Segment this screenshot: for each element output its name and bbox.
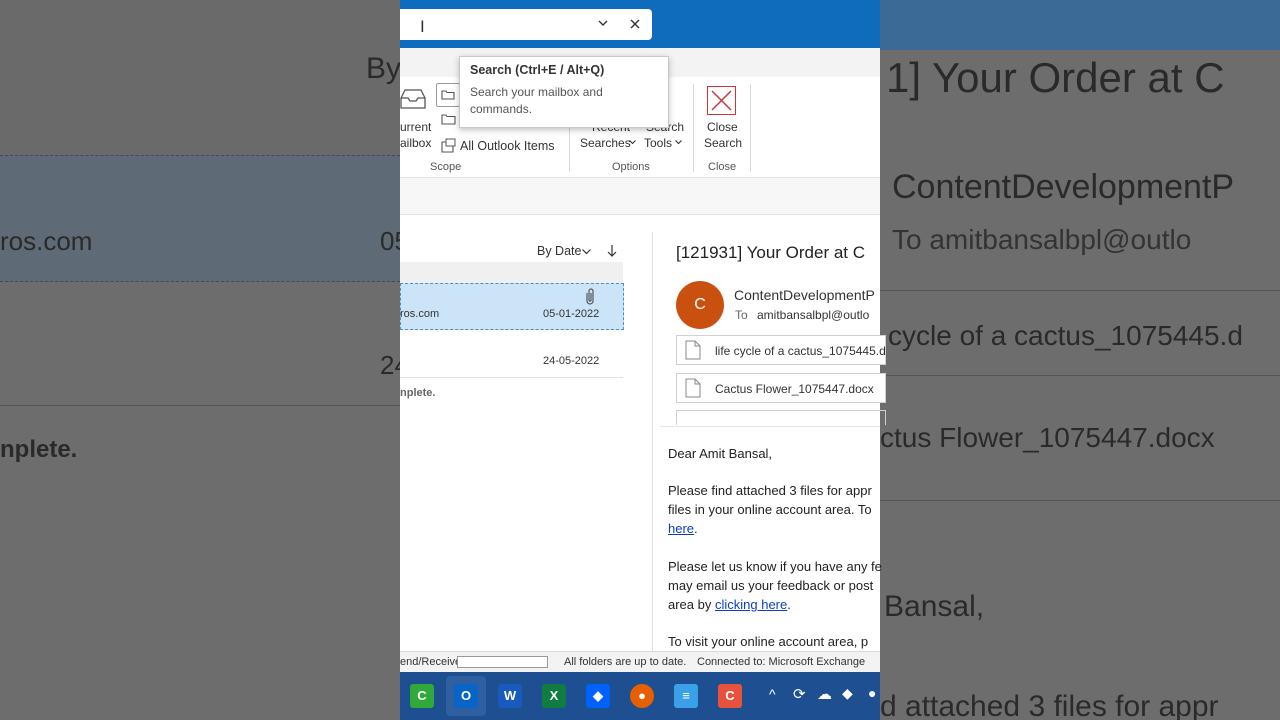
header-divider bbox=[660, 426, 880, 427]
email-body-line: To visit your online account area, p bbox=[668, 634, 869, 649]
bg-body: d attached 3 files for appr bbox=[880, 690, 1219, 720]
background-left-panel: By ros.com 05 24 nplete. bbox=[0, 0, 400, 720]
mail-date: 24-05-2022 bbox=[543, 355, 600, 367]
ribbon-separator bbox=[693, 84, 694, 172]
sort-by-date-button[interactable]: By Date bbox=[537, 244, 581, 258]
dropbox-tray-icon[interactable]: ◆ bbox=[842, 685, 853, 702]
all-outlook-items-button[interactable]: All Outlook Items bbox=[460, 139, 554, 153]
firefox-icon[interactable]: ● bbox=[630, 684, 654, 708]
text-cursor-icon: I bbox=[420, 17, 425, 36]
bg-date-text: 05 bbox=[380, 226, 400, 256]
email-body-punct: . bbox=[694, 521, 698, 536]
sort-direction-arrow-icon[interactable] bbox=[607, 244, 617, 258]
notepad-icon[interactable]: ≡ bbox=[674, 684, 698, 708]
email-subject: [121931] Your Order at C bbox=[676, 243, 866, 262]
sync-icon[interactable]: ⟳ bbox=[793, 685, 806, 703]
send-receive-label: end/Receive bbox=[400, 656, 462, 668]
table-row[interactable] bbox=[400, 330, 623, 377]
close-group-label: Close bbox=[708, 161, 737, 173]
email-body-line: may email us your feedback or post bbox=[668, 578, 874, 593]
bg-attachment-2: ctus Flower_1075447.docx bbox=[880, 422, 1215, 453]
attachment-item[interactable]: Cactus Flower_1075447.docx bbox=[676, 373, 886, 403]
search-tooltip: Search (Ctrl+E / Alt+Q) Search your mail… bbox=[459, 56, 669, 128]
excel-icon[interactable]: X bbox=[542, 684, 566, 708]
camtasia-green-icon[interactable]: C bbox=[410, 684, 434, 708]
bg-by-text: By bbox=[366, 52, 400, 85]
ribbon-separator bbox=[750, 84, 751, 172]
chevron-up-icon[interactable]: ^ bbox=[769, 686, 776, 702]
attachment-item[interactable]: life cycle of a cactus_1075445.d bbox=[676, 335, 886, 365]
connection-status: Connected to: Microsoft Exchange bbox=[697, 656, 866, 668]
email-greeting: Dear Amit Bansal, bbox=[668, 446, 773, 461]
search-tools-button[interactable]: Tools bbox=[644, 136, 672, 150]
bg-subject-text: 1] Your Order at C bbox=[886, 54, 1225, 101]
email-body-line: files in your online account area. To bbox=[668, 502, 872, 517]
recent-searches-button[interactable]: Searches bbox=[580, 136, 631, 150]
toolbar-strip bbox=[400, 178, 880, 215]
chevron-down-icon bbox=[629, 140, 636, 145]
close-search-icon[interactable] bbox=[707, 86, 736, 115]
bg-complete-text: nplete. bbox=[0, 436, 78, 463]
pane-divider bbox=[652, 232, 653, 651]
attachment-item-partial[interactable] bbox=[676, 410, 886, 425]
attachment-icon bbox=[586, 288, 594, 305]
tooltip-description-line1: Search your mailbox and bbox=[470, 85, 603, 99]
email-body-punct: . bbox=[787, 597, 791, 612]
bg-date-text-2: 24 bbox=[380, 350, 400, 380]
tooltip-description-line2: commands. bbox=[470, 102, 533, 116]
clicking-here-link[interactable]: clicking here bbox=[715, 597, 787, 612]
document-icon bbox=[685, 378, 701, 398]
outlook-icon[interactable]: O bbox=[454, 684, 478, 708]
chevron-down-icon bbox=[675, 140, 682, 145]
mail-date: 05-01-2022 bbox=[543, 308, 600, 320]
send-receive-progress-bar bbox=[457, 656, 548, 668]
bg-from-text: ContentDevelopmentP bbox=[892, 168, 1235, 206]
folder-icon bbox=[441, 90, 455, 100]
email-body-line: Please let us know if you have any fe bbox=[668, 559, 882, 574]
subfolders-button[interactable] bbox=[436, 83, 460, 107]
close-icon[interactable] bbox=[630, 19, 640, 29]
here-link[interactable]: here bbox=[668, 521, 694, 536]
email-body-line: Please find attached 3 files for appr bbox=[668, 483, 872, 498]
options-group-label: Options bbox=[612, 161, 650, 173]
mail-sender: ros.com bbox=[400, 308, 440, 320]
chevron-down-icon[interactable] bbox=[582, 249, 591, 255]
search-status-text: nplete. bbox=[400, 387, 436, 399]
email-from[interactable]: ContentDevelopmentP bbox=[734, 287, 875, 303]
microphone-icon[interactable]: ● bbox=[868, 685, 876, 701]
bg-greeting: Bansal, bbox=[884, 590, 985, 623]
scope-group-label: Scope bbox=[430, 161, 462, 173]
cloud-icon[interactable]: ☁ bbox=[817, 685, 832, 703]
chevron-down-icon[interactable] bbox=[598, 20, 608, 28]
group-header bbox=[400, 262, 623, 283]
tooltip-title: Search (Ctrl+E / Alt+Q) bbox=[470, 63, 605, 77]
close-search-line1[interactable]: Close bbox=[707, 120, 738, 134]
close-search-button[interactable]: Search bbox=[704, 136, 742, 150]
attachment-filename: Cactus Flower_1075447.docx bbox=[715, 382, 874, 396]
row-divider bbox=[400, 377, 623, 378]
email-to-address[interactable]: amitbansalbpl@outlo bbox=[757, 308, 869, 322]
camtasia-red-icon[interactable]: C bbox=[718, 684, 742, 708]
search-box[interactable]: I bbox=[400, 9, 652, 40]
word-icon[interactable]: W bbox=[498, 684, 522, 708]
dropbox-icon[interactable]: ◆ bbox=[586, 684, 610, 708]
avatar: C bbox=[676, 281, 724, 329]
document-icon bbox=[685, 340, 701, 360]
inbox-icon bbox=[400, 89, 426, 109]
to-label: To bbox=[735, 308, 748, 322]
attachment-filename: life cycle of a cactus_1075445.d bbox=[715, 344, 886, 358]
bg-email-text: ros.com bbox=[0, 226, 93, 256]
current-folder-icon[interactable] bbox=[441, 113, 456, 125]
email-body-line: area by bbox=[668, 597, 715, 612]
status-bar: end/Receive All folders are up to date. … bbox=[400, 651, 880, 673]
background-right-panel: 1] Your Order at C ContentDevelopmentP T… bbox=[880, 0, 1280, 720]
bg-attachment-1: cycle of a cactus_1075445.d bbox=[888, 320, 1243, 351]
bg-to-text: To amitbansalbpl@outlo bbox=[892, 224, 1192, 255]
folders-status: All folders are up to date. bbox=[564, 656, 687, 668]
current-mailbox-line1[interactable]: urrent bbox=[400, 120, 431, 134]
all-items-icon bbox=[441, 138, 456, 153]
current-mailbox-line2[interactable]: ailbox bbox=[400, 136, 431, 150]
